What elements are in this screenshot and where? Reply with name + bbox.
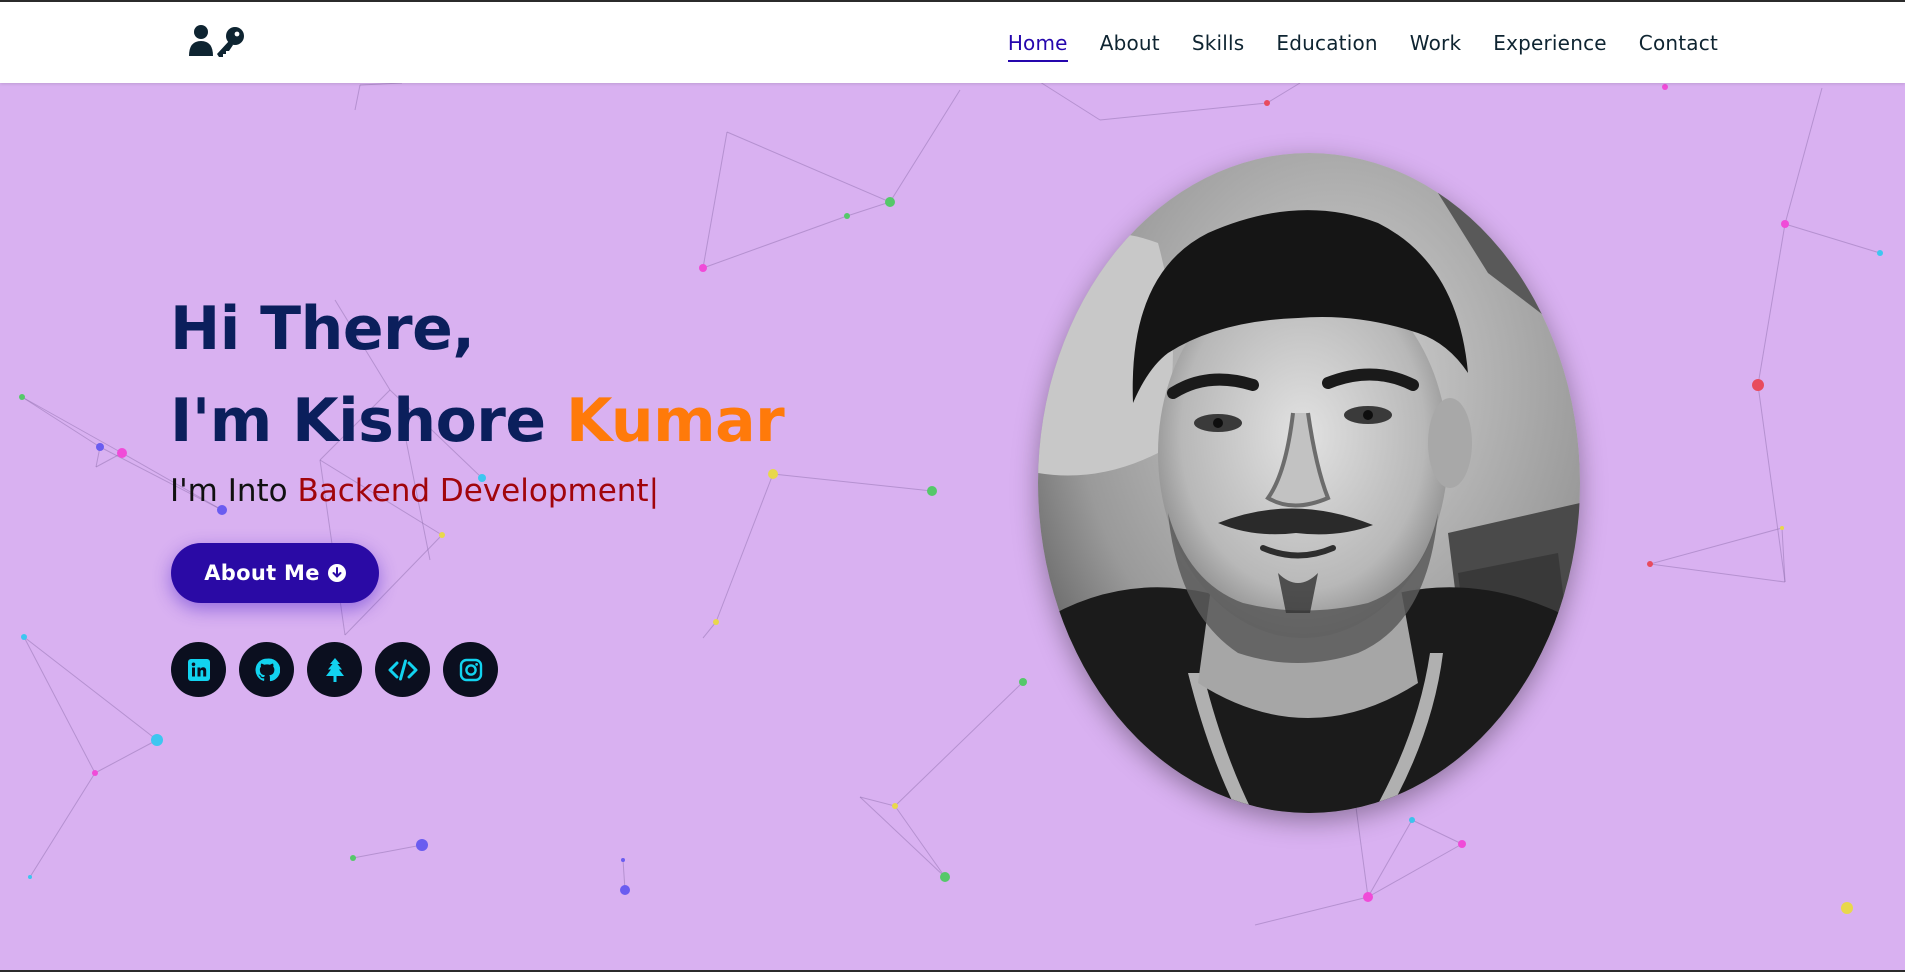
greeting-line-1: Hi There,	[170, 294, 475, 364]
main-nav: Home About Skills Education Work Experie…	[1007, 2, 1718, 83]
name-accent: Kumar	[565, 386, 785, 456]
nav-work[interactable]: Work	[1410, 23, 1461, 63]
user-key-icon[interactable]	[188, 24, 250, 58]
greeting-line-2: I'm Kishore	[170, 386, 566, 456]
profile-photo	[1038, 153, 1580, 813]
github-icon	[255, 658, 280, 681]
typing-prefix: I'm Into	[170, 473, 298, 509]
tree-icon	[325, 657, 344, 682]
nav-experience[interactable]: Experience	[1493, 23, 1607, 63]
typing-text: I'm Into Backend Development|	[170, 473, 659, 509]
typing-role: Backend Development	[297, 473, 649, 509]
instagram-link[interactable]	[443, 642, 498, 697]
typing-cursor: |	[648, 473, 660, 509]
nav-skills[interactable]: Skills	[1192, 23, 1245, 63]
nav-contact[interactable]: Contact	[1639, 23, 1718, 63]
social-links	[171, 642, 498, 697]
hero-section: Hi There, I'm Kishore Kumar I'm Into Bac…	[0, 83, 1905, 970]
nav-education[interactable]: Education	[1276, 23, 1377, 63]
about-me-button[interactable]: About Me	[171, 543, 379, 603]
instagram-icon	[459, 658, 482, 681]
code-icon	[388, 659, 417, 680]
site-header: Home About Skills Education Work Experie…	[0, 2, 1905, 83]
top-border	[0, 0, 1905, 2]
linkedin-link[interactable]	[171, 642, 226, 697]
arrow-down-circle-icon	[327, 564, 346, 582]
nav-about[interactable]: About	[1100, 23, 1160, 63]
linktree-link[interactable]	[307, 642, 362, 697]
code-link[interactable]	[375, 642, 430, 697]
hero-heading: Hi There, I'm Kishore Kumar	[170, 283, 785, 467]
about-me-label: About Me	[204, 561, 320, 585]
linkedin-icon	[187, 658, 210, 681]
github-link[interactable]	[239, 642, 294, 697]
nav-home[interactable]: Home	[1007, 23, 1068, 63]
